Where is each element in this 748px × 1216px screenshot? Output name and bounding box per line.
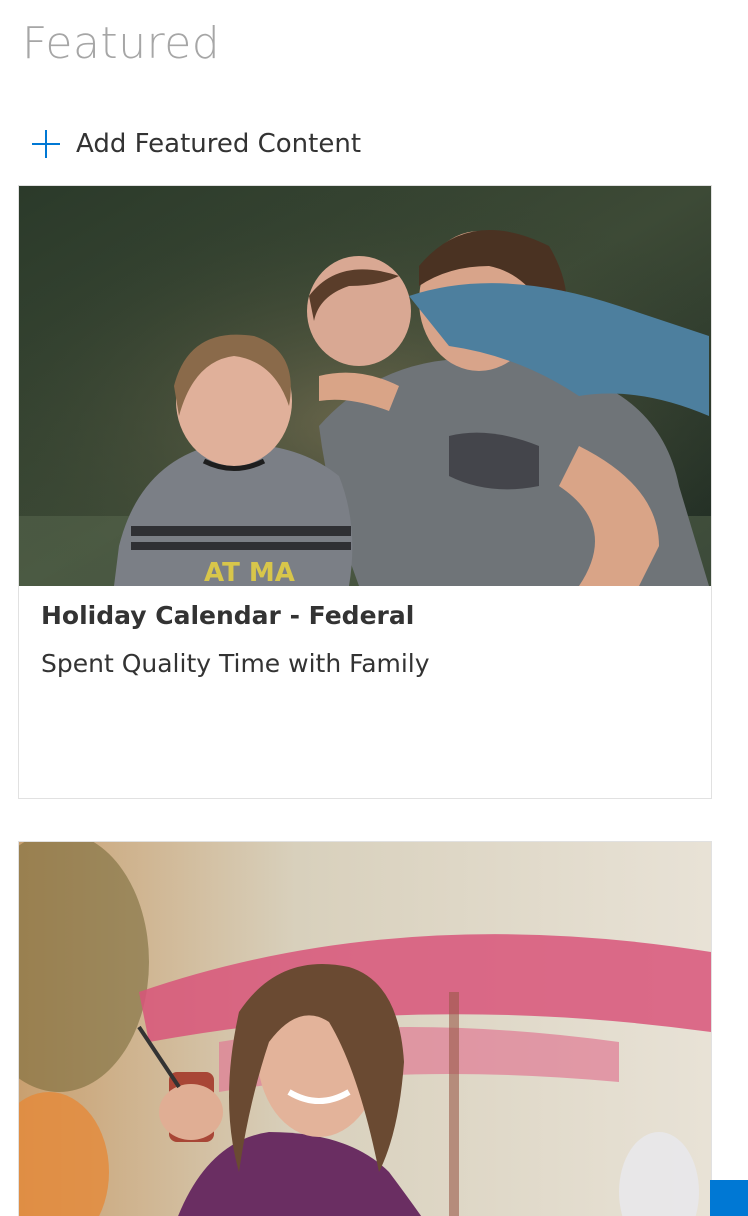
featured-card[interactable] <box>18 841 712 1216</box>
svg-text:AT MA: AT MA <box>204 558 295 586</box>
featured-card[interactable]: AT MA Holiday Calendar - Federal Spent Q… <box>18 185 712 799</box>
woman-with-drink-photo-image <box>19 842 711 1216</box>
add-featured-content-label: Add Featured Content <box>76 129 362 159</box>
plus-icon <box>30 128 62 160</box>
section-title: Featured <box>22 18 221 69</box>
card-subtitle: Spent Quality Time with Family <box>41 649 430 678</box>
family-photo-image: AT MA <box>19 186 711 586</box>
card-title[interactable]: Holiday Calendar - Federal <box>41 600 689 632</box>
add-featured-content-button[interactable]: Add Featured Content <box>30 122 361 166</box>
featured-page: Featured Add Featured Content AT MA Holi… <box>0 0 748 1216</box>
scroll-to-top-tile[interactable] <box>710 1180 748 1216</box>
